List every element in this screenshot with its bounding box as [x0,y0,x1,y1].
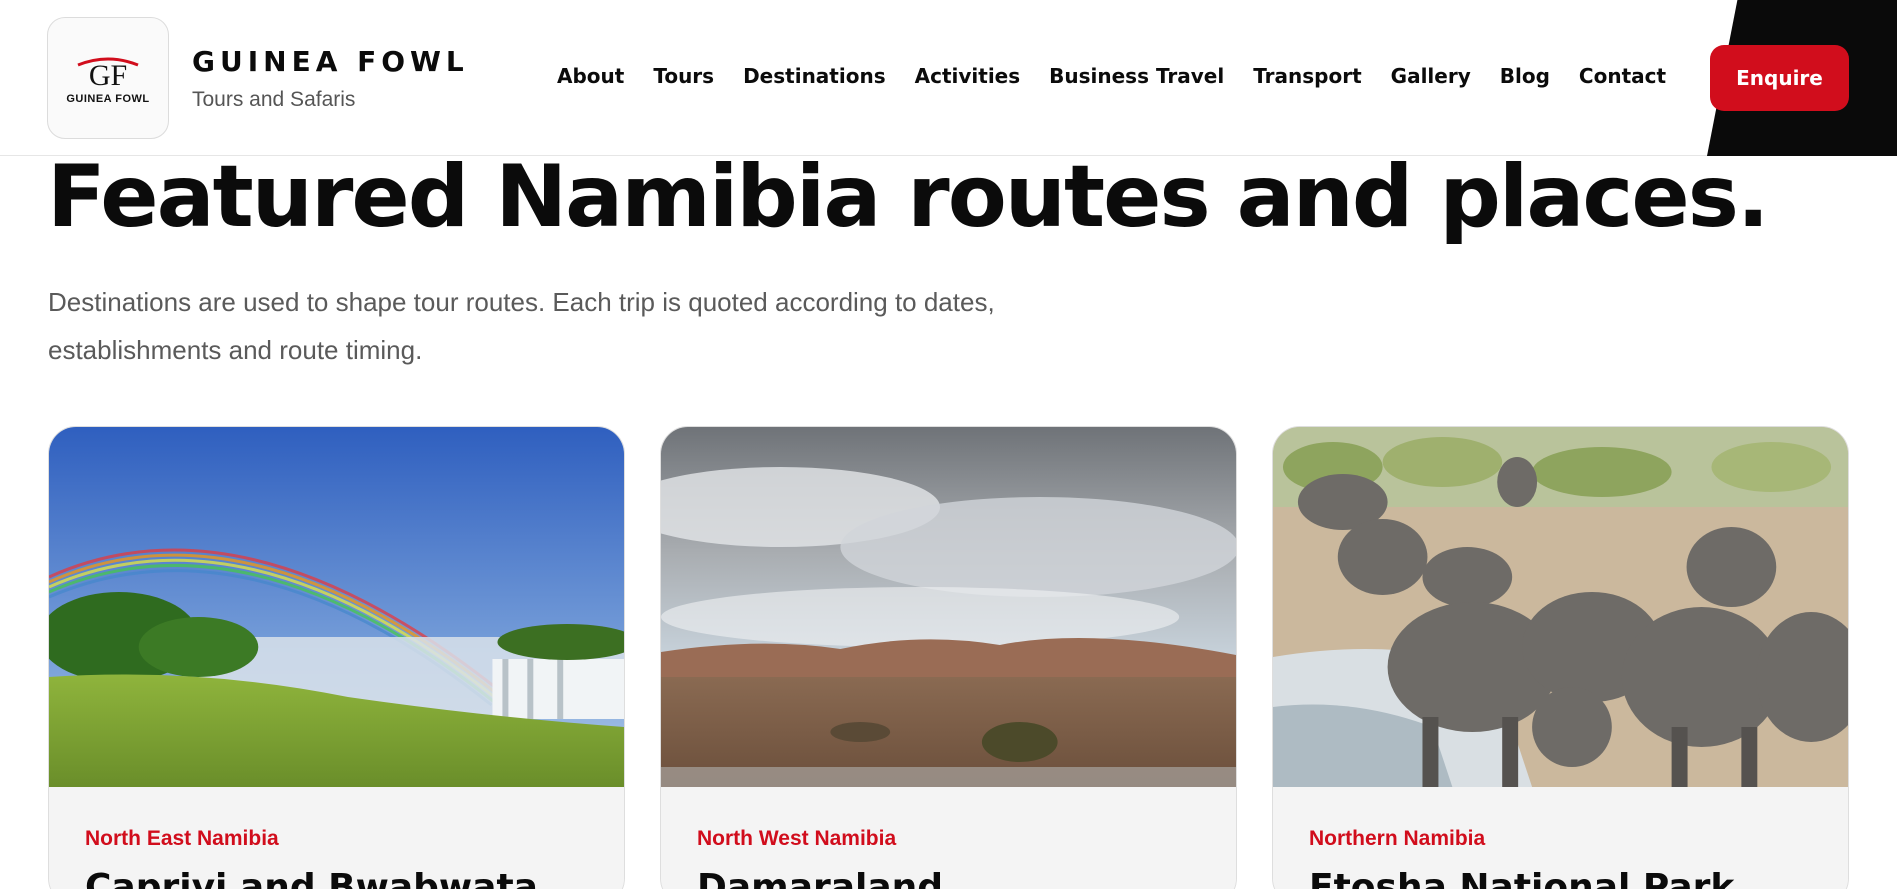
destination-cards: North East Namibia Caprivi and Bwabwata [48,426,1850,889]
card-region: North East Namibia [85,827,279,850]
elephants-waterhole-photo [1273,427,1848,787]
guinea-fowl-logo-icon: GF [77,57,139,91]
nav-item-about[interactable]: About [557,64,624,88]
nav-item-contact[interactable]: Contact [1579,64,1666,88]
page-lead: Destinations are used to shape tour rout… [48,287,995,365]
nav-item-blog[interactable]: Blog [1500,64,1550,88]
nav-item-tours[interactable]: Tours [653,64,714,88]
logo-mark-text: GF [89,59,127,91]
destination-card[interactable]: North East Namibia Caprivi and Bwabwata [48,426,625,889]
waterfall-rainbow-photo [49,427,624,787]
site-header: GF GUINEA FOWL GUINEA FOWL Tours and Saf… [0,0,1897,156]
card-title[interactable]: Damaraland [697,867,943,889]
card-region: Northern Namibia [1309,827,1486,850]
card-body: Northern Namibia Etosha National Park [1273,787,1848,889]
card-body: North East Namibia Caprivi and Bwabwata [49,787,624,889]
page-title: Featured Namibia routes and places. [47,147,1770,247]
brand-tagline: Tours and Safaris [192,88,356,111]
card-title[interactable]: Caprivi and Bwabwata [85,867,538,889]
logo-caption: GUINEA FOWL [66,93,150,105]
nav-item-activities[interactable]: Activities [915,64,1021,88]
card-body: North West Namibia Damaraland [661,787,1236,889]
nav-item-transport[interactable]: Transport [1253,64,1361,88]
card-region: North West Namibia [697,827,897,850]
card-title[interactable]: Etosha National Park [1309,867,1734,889]
nav-item-business-travel[interactable]: Business Travel [1049,64,1224,88]
main-nav: About Tours Destinations Activities Busi… [557,64,1695,88]
brand-name[interactable]: GUINEA FOWL [192,45,469,78]
enquire-button[interactable]: Enquire [1710,45,1849,111]
destination-card[interactable]: Northern Namibia Etosha National Park [1272,426,1849,889]
nav-item-gallery[interactable]: Gallery [1391,64,1471,88]
destination-card[interactable]: North West Namibia Damaraland [660,426,1237,889]
nav-item-destinations[interactable]: Destinations [743,64,886,88]
desert-landscape-photo [661,427,1236,787]
logo[interactable]: GF GUINEA FOWL [47,17,169,139]
